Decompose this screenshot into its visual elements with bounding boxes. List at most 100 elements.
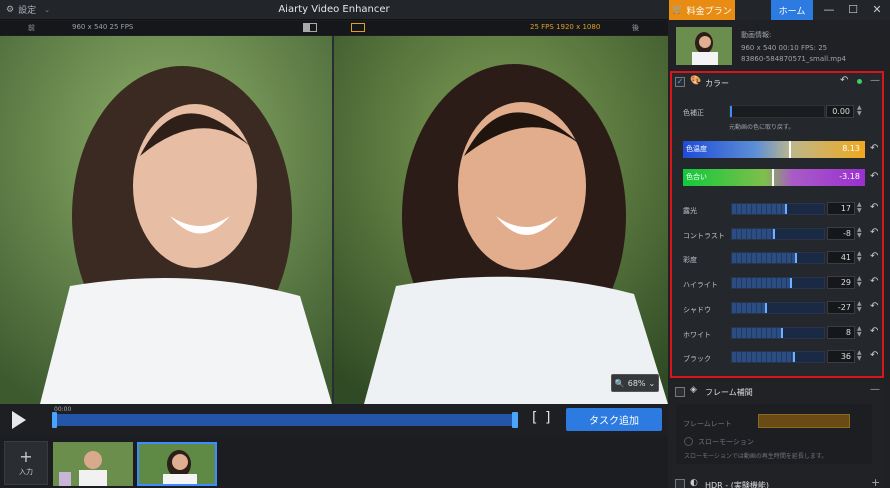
zoom-value: 68% (627, 378, 646, 388)
reset-adjust-icon[interactable]: ↶ (870, 350, 878, 361)
stepper-icon[interactable]: ▲ ▼ (857, 227, 862, 239)
adjust-value[interactable]: 8 (827, 326, 855, 339)
side-by-side-icon[interactable] (351, 23, 365, 32)
color-enable-checkbox[interactable]: ✓ (675, 77, 685, 87)
color-correction-hint: 元動画の色に取り戻す。 (729, 124, 795, 131)
adjust-value[interactable]: 17 (827, 202, 855, 215)
color-temperature-label: 色温度 (686, 145, 707, 153)
app-title: Aiarty Video Enhancer (278, 4, 390, 15)
slider-fill (732, 204, 787, 214)
adjust-value[interactable]: -27 (827, 301, 855, 314)
stepper-icon[interactable]: ▲ ▼ (857, 326, 862, 338)
magnifier-icon: 🔍 (614, 378, 625, 388)
after-label: 後 (632, 24, 639, 32)
reset-adjust-icon[interactable]: ↶ (870, 276, 878, 287)
video-info-file: 83860-584870571_small.mp4 (741, 55, 846, 63)
stepper-icon[interactable]: ▲ ▼ (857, 276, 862, 288)
color-correction-value[interactable]: 0.00 (826, 105, 854, 118)
collapse-icon[interactable]: — (870, 384, 880, 395)
reset-tint-icon[interactable]: ↶ (870, 171, 878, 182)
reset-adjust-icon[interactable]: ↶ (870, 202, 878, 213)
slider-fill (732, 253, 797, 263)
frame-enable-checkbox[interactable]: ✓ (675, 387, 685, 397)
slider-fill (732, 278, 791, 288)
close-icon[interactable]: ✕ (868, 2, 886, 18)
stepper-icon[interactable]: ▲ ▼ (857, 301, 862, 313)
zoom-control[interactable]: 🔍 68% ⌄ (611, 374, 659, 392)
color-temperature-value[interactable]: 8.13 (842, 144, 860, 153)
pricing-label: 料金プラン (686, 6, 732, 17)
home-button[interactable]: ホーム (771, 0, 813, 20)
adjust-value[interactable]: 29 (827, 276, 855, 289)
adjust-slider[interactable] (731, 252, 825, 264)
adjust-value[interactable]: -8 (827, 227, 855, 240)
adjust-slider[interactable] (731, 302, 825, 314)
adjust-value[interactable]: 36 (827, 350, 855, 363)
slow-motion-radio[interactable] (684, 437, 693, 446)
reset-temperature-icon[interactable]: ↶ (870, 143, 878, 154)
slider-knob[interactable] (795, 253, 798, 263)
hdr-enable-checkbox[interactable]: ✓ (675, 479, 685, 488)
split-view-icon[interactable] (303, 23, 317, 32)
slider-knob[interactable] (773, 229, 776, 239)
reset-adjust-icon[interactable]: ↶ (870, 251, 878, 262)
play-icon[interactable] (12, 411, 26, 429)
color-tint-slider[interactable]: 色合い -3.18 (683, 169, 865, 186)
stepper-icon[interactable]: ▲ ▼ (857, 251, 862, 263)
before-frame-graphic (0, 36, 332, 404)
after-video-preview[interactable] (334, 36, 668, 404)
stepper-icon[interactable]: ▲ ▼ (857, 105, 862, 117)
before-label: 前 (28, 24, 35, 32)
color-temperature-slider[interactable]: 色温度 8.13 (683, 141, 865, 158)
media-thumbnail[interactable] (53, 442, 133, 486)
hdr-icon: ◐ (690, 478, 698, 488)
trim-end-handle[interactable] (512, 412, 518, 428)
slider-fill (732, 229, 775, 239)
adjust-label: ブラック (683, 355, 711, 363)
slider-knob[interactable] (785, 204, 788, 214)
media-thumbnail-selected[interactable] (137, 442, 217, 486)
adjust-slider[interactable] (731, 277, 825, 289)
slider-fill (732, 303, 767, 313)
reset-color-icon[interactable]: ↶ (840, 75, 848, 86)
pricing-button[interactable]: 🛒 料金プラン (669, 0, 735, 20)
reset-adjust-icon[interactable]: ↶ (870, 227, 878, 238)
before-video-preview[interactable] (0, 36, 332, 404)
slider-knob[interactable] (780, 328, 783, 338)
frame-rate-select[interactable] (758, 414, 850, 428)
collapse-icon[interactable]: — (870, 75, 880, 86)
expand-icon[interactable]: + (871, 476, 880, 488)
reset-adjust-icon[interactable]: ↶ (870, 301, 878, 312)
active-dot (857, 79, 862, 84)
slider-knob[interactable] (789, 278, 792, 288)
slider-knob[interactable] (772, 169, 775, 186)
mark-out-button[interactable]: ] (545, 410, 550, 426)
color-correction-slider[interactable] (729, 105, 825, 118)
adjust-label: シャドウ (683, 306, 711, 314)
slider-knob[interactable] (765, 303, 768, 313)
frame-section-title: フレーム補間 (705, 388, 753, 397)
adjust-slider[interactable] (731, 327, 825, 339)
color-tint-value[interactable]: -3.18 (839, 172, 860, 181)
slider-knob[interactable] (788, 141, 791, 158)
color-tint-label: 色合い (686, 173, 707, 181)
timeline-track[interactable] (52, 414, 518, 426)
adjust-slider[interactable] (731, 228, 825, 240)
cart-icon: 🛒 (672, 5, 684, 15)
adjust-value[interactable]: 41 (827, 251, 855, 264)
slow-motion-label: スローモーション (698, 438, 754, 446)
stepper-icon[interactable]: ▲ ▼ (857, 202, 862, 214)
mark-in-button[interactable]: [ (532, 410, 537, 426)
stepper-icon[interactable]: ▲ ▼ (857, 350, 862, 362)
add-input-button[interactable]: + 入力 (4, 441, 48, 485)
slider-knob[interactable] (792, 352, 795, 362)
chevron-down-icon: ⌄ (648, 378, 656, 388)
thumbnail-graphic (139, 444, 215, 484)
trim-start-handle[interactable] (52, 412, 57, 428)
minimize-icon[interactable]: — (820, 2, 838, 18)
adjust-slider[interactable] (731, 203, 825, 215)
maximize-icon[interactable]: ☐ (844, 2, 862, 18)
reset-adjust-icon[interactable]: ↶ (870, 326, 878, 337)
adjust-slider[interactable] (731, 351, 825, 363)
add-task-button[interactable]: タスク追加 (566, 408, 662, 431)
